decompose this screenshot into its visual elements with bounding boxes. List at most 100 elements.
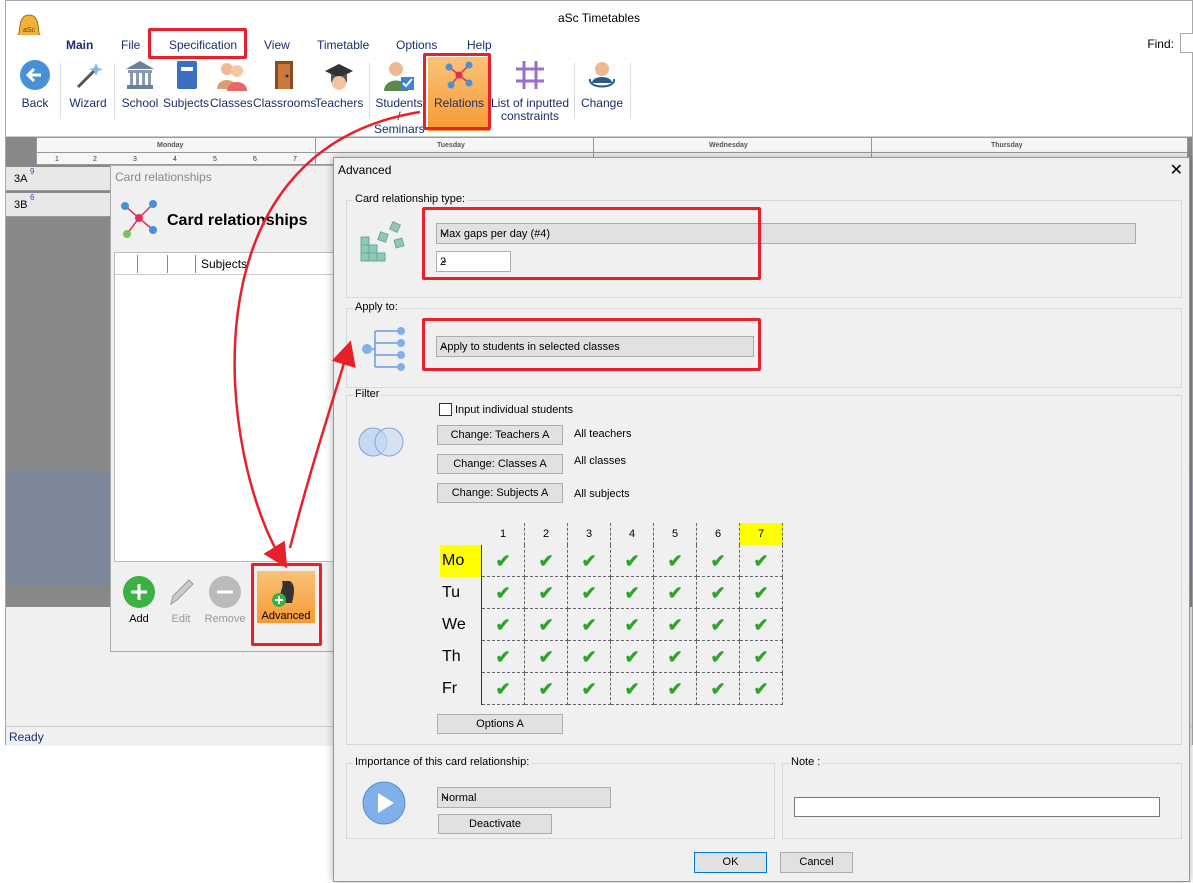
check-icon[interactable]: ✔ [611, 577, 654, 609]
check-icon[interactable]: ✔ [568, 609, 611, 641]
day-label-fr[interactable]: Fr [440, 673, 482, 705]
status-text: Ready [9, 730, 44, 744]
school-button[interactable]: School [121, 59, 159, 110]
period-header-1[interactable]: 1 [482, 523, 525, 545]
card-relationships-list[interactable]: Subjects [114, 252, 338, 562]
check-icon[interactable]: ✔ [611, 673, 654, 705]
card-relationships-window: Card relationships Card relationships Su… [110, 165, 340, 652]
check-icon[interactable]: ✔ [568, 545, 611, 577]
check-icon[interactable]: ✔ [654, 545, 697, 577]
change-label: Change [580, 96, 624, 110]
check-icon[interactable]: ✔ [740, 641, 783, 673]
teachers-button[interactable]: Teachers [314, 59, 364, 110]
check-icon[interactable]: ✔ [568, 641, 611, 673]
check-icon[interactable]: ✔ [482, 673, 525, 705]
note-input[interactable] [794, 797, 1160, 817]
chevron-down-icon: ⌄ [441, 791, 450, 802]
find-input[interactable] [1180, 33, 1193, 53]
day-label-tu[interactable]: Tu [440, 577, 482, 609]
check-icon[interactable]: ✔ [697, 577, 740, 609]
menu-options[interactable]: Options [396, 38, 437, 52]
check-icon[interactable]: ✔ [568, 673, 611, 705]
check-icon[interactable]: ✔ [654, 641, 697, 673]
list-of-constraints-button[interactable]: List of inputted constraints [489, 59, 571, 123]
check-icon[interactable]: ✔ [611, 609, 654, 641]
menu-specification[interactable]: Specification [169, 38, 237, 52]
check-icon[interactable]: ✔ [654, 609, 697, 641]
check-icon[interactable]: ✔ [611, 641, 654, 673]
check-icon[interactable]: ✔ [482, 609, 525, 641]
day-label-mo[interactable]: Mo [440, 545, 482, 577]
importance-select[interactable]: Normal ⌄ [437, 787, 611, 808]
wizard-button[interactable]: Wizard [68, 59, 108, 110]
note-group: Note : [782, 756, 1182, 839]
advanced-button[interactable]: Advanced [257, 571, 315, 623]
period-header-5[interactable]: 5 [654, 523, 697, 545]
apply-to-group: Apply to: Apply to students in selected … [346, 301, 1182, 388]
edit-button[interactable]: Edit [163, 576, 199, 625]
relations-button[interactable]: Relations [428, 57, 490, 131]
classes-button[interactable]: Classes [210, 59, 253, 110]
check-icon[interactable]: ✔ [740, 673, 783, 705]
door-icon [267, 59, 299, 91]
wizard-label: Wizard [69, 96, 107, 110]
period-header-2[interactable]: 2 [525, 523, 568, 545]
check-icon[interactable]: ✔ [482, 545, 525, 577]
menu-view[interactable]: View [264, 38, 290, 52]
check-icon[interactable]: ✔ [525, 673, 568, 705]
check-icon[interactable]: ✔ [525, 609, 568, 641]
check-icon[interactable]: ✔ [654, 577, 697, 609]
check-icon[interactable]: ✔ [740, 577, 783, 609]
students-seminars-button[interactable]: Students / Seminars [374, 59, 425, 136]
menu-file[interactable]: File [121, 38, 140, 52]
check-icon[interactable]: ✔ [654, 673, 697, 705]
classes-label: Classes [210, 96, 253, 110]
period-header-6[interactable]: 6 [697, 523, 740, 545]
ok-button[interactable]: OK [694, 852, 767, 873]
blocks-shape-icon [359, 219, 409, 272]
relationship-count-select[interactable]: 2 ⌄ [436, 251, 511, 272]
close-icon[interactable]: ✕ [1170, 160, 1183, 180]
title-bar: aSc aSc Timetables [6, 1, 1192, 46]
check-icon[interactable]: ✔ [740, 609, 783, 641]
deactivate-button[interactable]: Deactivate [438, 814, 552, 834]
check-icon[interactable]: ✔ [697, 545, 740, 577]
period-header-4[interactable]: 4 [611, 523, 654, 545]
menu-timetable[interactable]: Timetable [317, 38, 369, 52]
check-icon[interactable]: ✔ [697, 641, 740, 673]
change-teachers-button[interactable]: Change: Teachers A [437, 425, 563, 445]
change-classes-button[interactable]: Change: Classes A [437, 454, 563, 474]
period-header-7[interactable]: 7 [740, 523, 783, 545]
add-button[interactable]: Add [121, 576, 157, 625]
relations-network-icon [443, 59, 475, 91]
apply-to-select[interactable]: Apply to students in selected classes ⌄ [436, 336, 754, 357]
check-icon[interactable]: ✔ [525, 641, 568, 673]
check-icon[interactable]: ✔ [482, 641, 525, 673]
check-icon[interactable]: ✔ [525, 545, 568, 577]
check-icon[interactable]: ✔ [697, 673, 740, 705]
relationship-type-select[interactable]: Max gaps per day (#4) ⌄ [436, 223, 1136, 244]
check-icon[interactable]: ✔ [611, 545, 654, 577]
change-button[interactable]: Change [580, 59, 624, 110]
subjects-label: Subjects [163, 96, 210, 110]
individual-students-checkbox[interactable] [439, 403, 452, 416]
subjects-button[interactable]: Subjects [163, 59, 210, 110]
back-button[interactable]: Back [18, 59, 52, 110]
day-label-th[interactable]: Th [440, 641, 482, 673]
cancel-button[interactable]: Cancel [780, 852, 853, 873]
check-icon[interactable]: ✔ [568, 577, 611, 609]
check-icon[interactable]: ✔ [697, 609, 740, 641]
menu-main[interactable]: Main [66, 38, 93, 52]
check-icon[interactable]: ✔ [740, 545, 783, 577]
day-label-we[interactable]: We [440, 609, 482, 641]
column-header-subjects[interactable]: Subjects [201, 257, 247, 271]
check-icon[interactable]: ✔ [525, 577, 568, 609]
menu-help[interactable]: Help [467, 38, 492, 52]
period-header-3[interactable]: 3 [568, 523, 611, 545]
students-label: Students / [375, 96, 423, 123]
check-icon[interactable]: ✔ [482, 577, 525, 609]
change-subjects-button[interactable]: Change: Subjects A [437, 483, 563, 503]
remove-button[interactable]: Remove [203, 576, 247, 625]
options-button[interactable]: Options A [437, 714, 563, 734]
classrooms-button[interactable]: Classrooms [253, 59, 316, 110]
